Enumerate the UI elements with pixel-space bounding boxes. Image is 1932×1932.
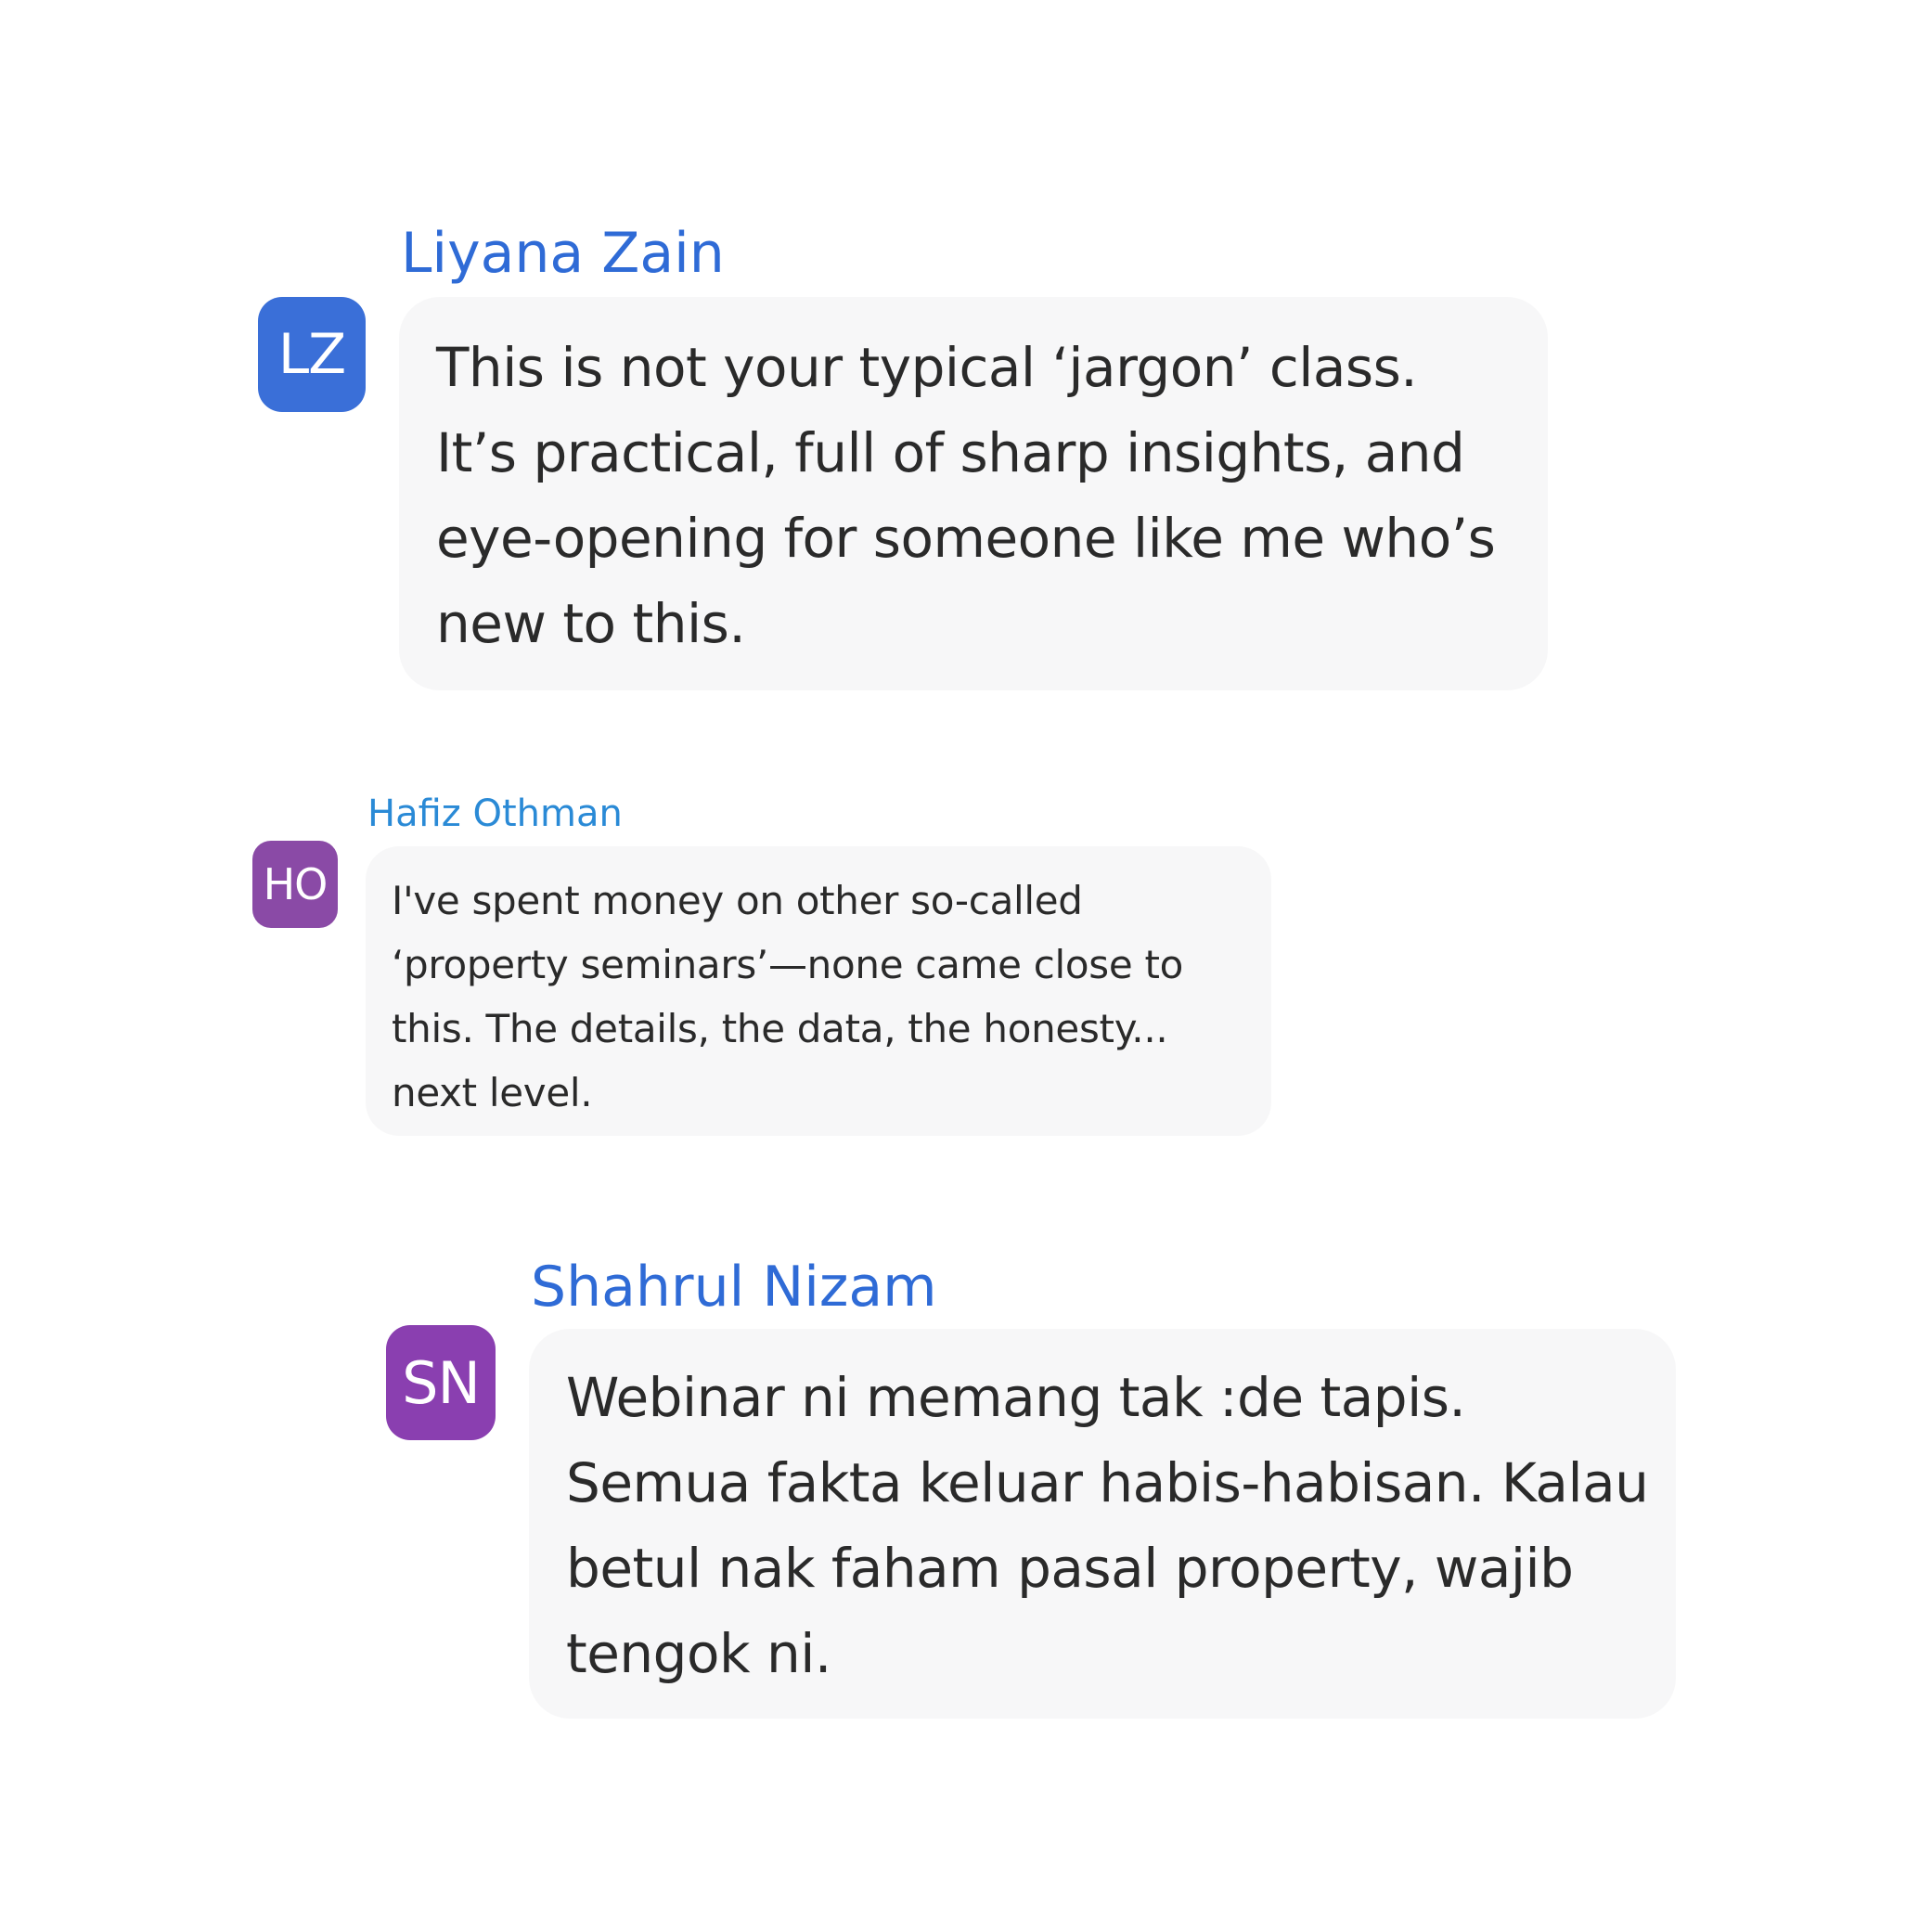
avatar: HO: [252, 841, 338, 928]
avatar: SN: [386, 1325, 496, 1440]
avatar: LZ: [258, 297, 366, 412]
message-bubble: Webinar ni memang tak :de tapis. Semua f…: [529, 1329, 1676, 1719]
author-name: Shahrul Nizam: [531, 1255, 937, 1320]
message-text-line: next level.: [392, 1070, 593, 1115]
author-name: Liyana Zain: [401, 221, 725, 286]
message-text-line: this. The details, the data, the honesty…: [392, 1006, 1168, 1051]
message-text-line: This is not your typical ‘jargon’ class.: [436, 336, 1418, 399]
message-text-line: I've spent money on other so-called: [392, 878, 1083, 923]
message-text-line: Webinar ni memang tak :de tapis.: [566, 1366, 1466, 1429]
message-text-line: betul nak faham pasal property, wajib: [566, 1537, 1574, 1600]
message-text-line: Semua fakta keluar habis-habisan. Kalau: [566, 1451, 1649, 1514]
message-text-line: It’s practical, full of sharp insights, …: [436, 421, 1465, 484]
message-text-line: eye-opening for someone like me who’s: [436, 507, 1496, 570]
message-text-line: new to this.: [436, 592, 746, 655]
message-bubble: This is not your typical ‘jargon’ class.…: [399, 297, 1548, 690]
message-text-line: tengok ni.: [566, 1622, 831, 1685]
message-bubble: I've spent money on other so-called ‘pro…: [366, 846, 1271, 1136]
author-name: Hafiz Othman: [367, 792, 623, 835]
message-text-line: ‘property seminars’—none came close to: [392, 942, 1184, 987]
